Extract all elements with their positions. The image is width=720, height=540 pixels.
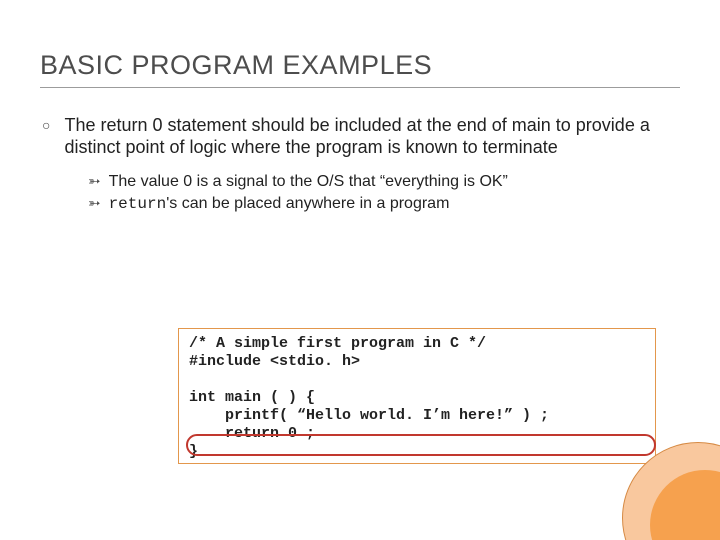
slide: BASIC PROGRAM EXAMPLES ○ The return 0 st…	[0, 0, 720, 540]
code-line-1: /* A simple first program in C */	[189, 335, 486, 352]
code-line-7: }	[189, 443, 198, 460]
sub-bullet-list: ➳ The value 0 is a signal to the O/S tha…	[88, 172, 680, 214]
main-bullet: ○ The return 0 statement should be inclu…	[42, 114, 680, 158]
code-word-return: return	[109, 195, 167, 213]
code-line-4: int main ( ) {	[189, 389, 315, 406]
sub-bullet-2: ➳ return's can be placed anywhere in a p…	[88, 194, 680, 214]
page-title: BASIC PROGRAM EXAMPLES	[40, 50, 680, 81]
sub-bullet-2-text: return's can be placed anywhere in a pro…	[109, 194, 450, 214]
code-line-5: printf( “Hello world. I’m here!” ) ;	[189, 407, 549, 424]
bullet-icon: ○	[42, 114, 50, 136]
sub-bullet-1: ➳ The value 0 is a signal to the O/S tha…	[88, 172, 680, 192]
sub-bullet-2-rest: 's can be placed anywhere in a program	[166, 195, 449, 212]
sub-bullet-icon: ➳	[88, 172, 101, 192]
sub-bullet-icon: ➳	[88, 194, 101, 214]
title-underline	[40, 87, 680, 88]
sub-bullet-1-text: The value 0 is a signal to the O/S that …	[109, 172, 508, 192]
code-example-box: /* A simple first program in C */ #inclu…	[178, 328, 656, 464]
code-line-6: return 0 ;	[189, 425, 315, 442]
main-bullet-text: The return 0 statement should be include…	[64, 114, 664, 158]
code-line-2: #include <stdio. h>	[189, 353, 360, 370]
